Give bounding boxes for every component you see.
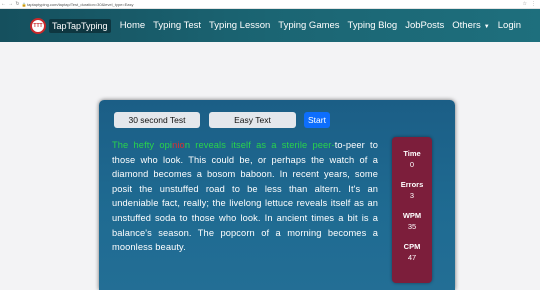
nav-others-dropdown[interactable]: Others ▼ <box>452 20 489 31</box>
stat-time-value: 0 <box>409 160 415 169</box>
start-button[interactable]: Start <box>304 112 330 128</box>
nav-jobposts[interactable]: JobPosts <box>405 20 444 31</box>
nav-typing-test[interactable]: Typing Test <box>153 20 201 31</box>
typing-passage[interactable]: The hefty opinion reveals itself as a st… <box>112 138 378 255</box>
nav-others-label: Others <box>452 20 481 31</box>
site-navbar: TTT TapTapTyping Home Typing Test Typing… <box>0 9 540 42</box>
bookmark-star-icon[interactable]: ☆ <box>523 1 527 7</box>
brand-name[interactable]: TapTapTyping <box>49 18 111 33</box>
browser-menu-icon[interactable]: ⋮ <box>531 1 536 7</box>
duration-select[interactable]: 30 second Test <box>114 112 200 128</box>
caret-down-icon: ▼ <box>483 24 490 30</box>
forward-arrow-icon[interactable]: → <box>7 1 14 7</box>
stat-cpm-value: 47 <box>407 253 417 262</box>
typed-error-text: nio <box>172 140 185 150</box>
stat-wpm-label: WPM <box>402 211 422 220</box>
stats-panel: Time 0 Errors 3 WPM 35 CPM 47 <box>392 137 432 283</box>
nav-typing-lesson[interactable]: Typing Lesson <box>209 20 270 31</box>
stat-errors-label: Errors <box>400 180 424 189</box>
typed-correct-text: n reveals itself as a sterile peer- <box>184 140 335 150</box>
stat-wpm-value: 35 <box>407 222 417 231</box>
stat-errors-value: 3 <box>409 191 415 200</box>
browser-address-bar: ← → ↻ 🔒 taptaptyping.com/taptap/Test_dur… <box>0 0 540 9</box>
remaining-text: to-peer to those who look. This could be… <box>112 140 378 253</box>
nav-typing-blog[interactable]: Typing Blog <box>348 20 398 31</box>
typed-correct-text: The hefty opi <box>112 140 173 150</box>
level-select[interactable]: Easy Text <box>209 112 296 128</box>
nav-typing-games[interactable]: Typing Games <box>278 20 339 31</box>
stat-errors: Errors 3 <box>392 180 432 200</box>
stat-cpm: CPM 47 <box>392 242 432 262</box>
stat-cpm-label: CPM <box>403 242 421 251</box>
logo-icon[interactable]: TTT <box>30 17 46 34</box>
nav-login[interactable]: Login <box>498 20 521 31</box>
back-arrow-icon[interactable]: ← <box>0 1 7 7</box>
url-field[interactable]: taptaptyping.com/taptap/Test_duration=30… <box>27 2 523 7</box>
stat-time-label: Time <box>403 149 421 158</box>
stat-time: Time 0 <box>392 149 432 169</box>
typing-test-card: 30 second Test Easy Text Start The hefty… <box>99 100 455 290</box>
stat-wpm: WPM 35 <box>392 211 432 231</box>
nav-links: Home Typing Test Typing Lesson Typing Ga… <box>112 20 521 31</box>
reload-icon[interactable]: ↻ <box>14 1 21 7</box>
nav-home[interactable]: Home <box>120 20 145 31</box>
